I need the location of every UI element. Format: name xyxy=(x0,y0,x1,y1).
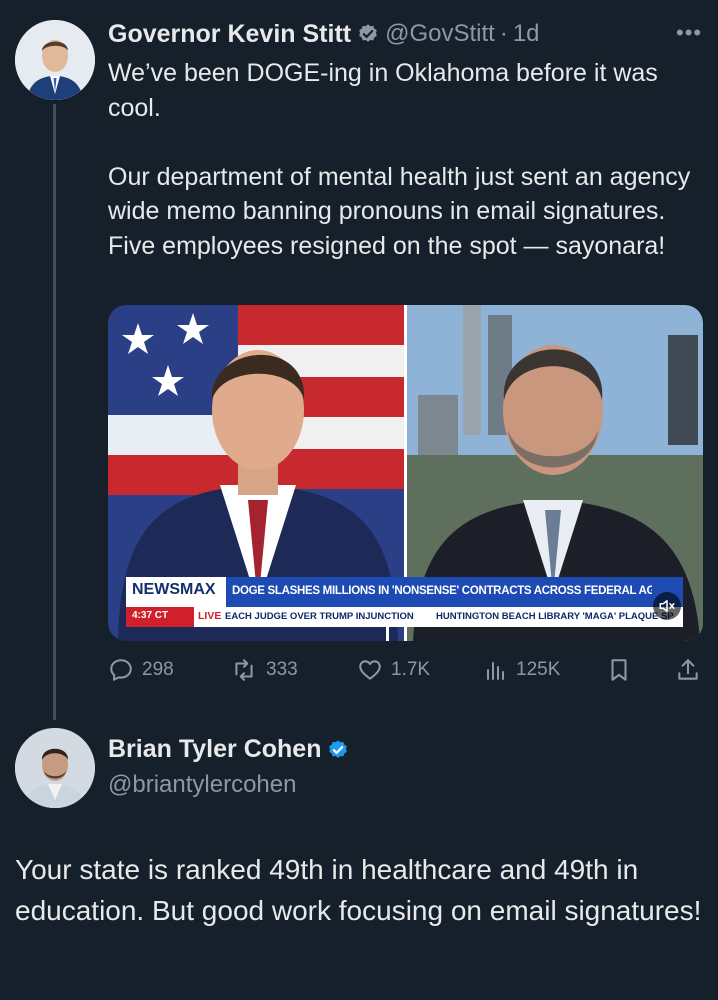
repost-count: 333 xyxy=(266,659,298,680)
repost-icon xyxy=(235,659,253,681)
reply-count: 298 xyxy=(142,659,174,680)
live-label: LIVE xyxy=(198,610,222,622)
reply-button[interactable]: 298 xyxy=(108,655,174,685)
bookmark-button[interactable] xyxy=(606,655,632,685)
repost-button[interactable]: 333 xyxy=(230,655,298,685)
like-count: 1.7K xyxy=(391,659,431,680)
network-logo: NEWSMAX xyxy=(132,581,216,598)
bookmark-icon xyxy=(611,659,627,681)
person-photo-icon xyxy=(15,728,95,808)
thread-connector-line xyxy=(53,104,56,720)
share-upload-icon xyxy=(678,659,698,680)
tweet1-video[interactable]: NEWSMAX DOGE SLASHES MILLIONS IN 'NONSEN… xyxy=(108,305,703,641)
verified-badge-icon xyxy=(329,739,348,758)
like-button[interactable]: 1.7K xyxy=(357,655,430,685)
author-handle[interactable]: @briantylercohen xyxy=(108,771,296,799)
heart-icon xyxy=(359,660,381,680)
more-options-icon[interactable]: ••• xyxy=(676,20,702,46)
person-photo-icon xyxy=(15,20,95,100)
avatar-kevin-stitt[interactable] xyxy=(15,20,95,100)
tweet1-header: Governor Kevin Stitt @GovStitt · 1d xyxy=(108,17,708,51)
verified-badge-icon xyxy=(359,24,377,42)
tweet2-header: Brian Tyler Cohen xyxy=(108,735,349,764)
video-headline: DOGE SLASHES MILLIONS IN 'NONSENSE' CONT… xyxy=(232,585,652,597)
speaker-muted-icon xyxy=(659,600,675,612)
tweet2-text: Your state is ranked 49th in healthcare … xyxy=(15,854,702,926)
analytics-bars-icon xyxy=(487,662,504,680)
mute-button[interactable] xyxy=(653,592,681,620)
ticker-item: EACH JUDGE OVER TRUMP INJUNCTION xyxy=(225,611,414,622)
tweet-time[interactable]: 1d xyxy=(513,20,540,48)
author-name[interactable]: Governor Kevin Stitt xyxy=(108,20,351,49)
views-button[interactable]: 125K xyxy=(484,655,560,685)
dot-separator: · xyxy=(499,20,508,47)
avatar-brian-tyler-cohen[interactable] xyxy=(15,728,95,808)
broadcast-time: 4:37 CT xyxy=(132,610,169,621)
author-name[interactable]: Brian Tyler Cohen xyxy=(108,735,321,764)
reply-bubble-icon xyxy=(110,659,132,681)
view-count: 125K xyxy=(516,659,561,680)
author-handle[interactable]: @GovStitt xyxy=(385,20,495,48)
ticker-item: HUNTINGTON BEACH LIBRARY 'MAGA' PLAQUE S… xyxy=(436,611,674,622)
share-button[interactable] xyxy=(675,655,701,685)
tweet1-text: We’ve been DOGE-ing in Oklahoma before i… xyxy=(108,59,691,260)
